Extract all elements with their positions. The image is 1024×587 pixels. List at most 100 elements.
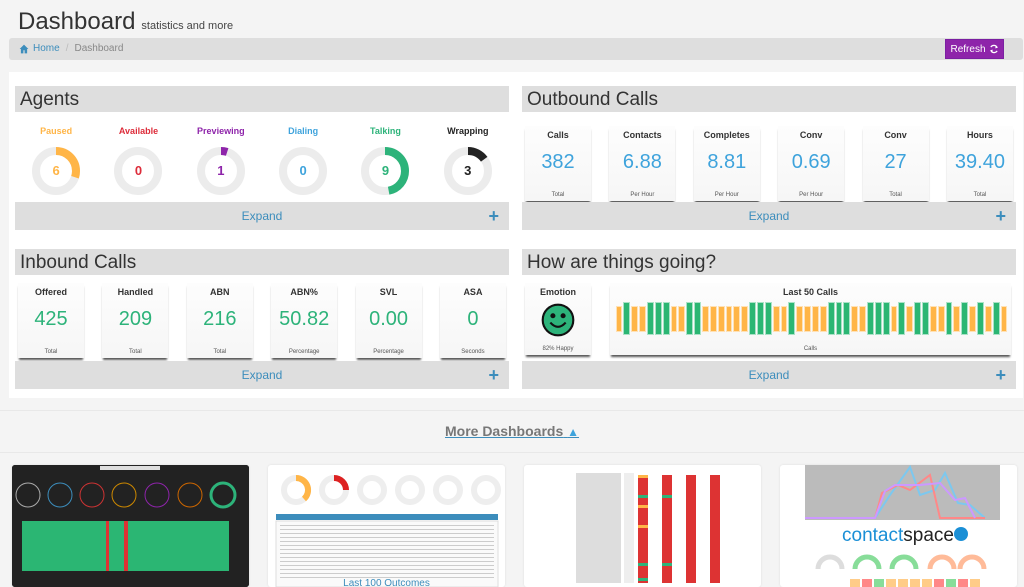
breadcrumb-separator: / [65, 43, 69, 54]
dashboard-thumbnails: Last 100 Outcomes contactspace [12, 465, 1017, 587]
inbound-box: Inbound Calls Offered 425 Total Handled 209 T… [15, 249, 509, 389]
agent-status-label: Talking [370, 126, 401, 136]
call-bar-happy [843, 302, 851, 335]
agents-box: Agents Paused 6 Available 0 Previewing 1 Diali… [15, 86, 509, 230]
inbound-expand-button[interactable]: Expand + [15, 361, 509, 389]
expand-label: Expand [748, 368, 790, 382]
stat-label: Handled [117, 287, 154, 297]
stat-tile: Handled 209 Total [102, 283, 169, 358]
call-bar-neutral [796, 305, 804, 332]
call-bar-neutral [780, 305, 788, 332]
refresh-label: Refresh [950, 43, 986, 55]
call-bar-neutral [725, 305, 733, 332]
more-dashboards-link[interactable]: More Dashboards ▲ [445, 423, 579, 439]
call-bar-neutral [929, 305, 937, 332]
call-bar-happy [646, 302, 654, 335]
call-bar-happy [914, 302, 922, 335]
inbound-title: Inbound Calls [15, 249, 509, 275]
call-bar-happy [662, 302, 670, 335]
sentiment-box: How are things going? Emotion 82% Happy … [522, 249, 1016, 389]
sentiment-expand-button[interactable]: Expand + [522, 361, 1016, 389]
call-bar-neutral [639, 305, 646, 332]
agent-status-count: 0 [134, 163, 143, 178]
call-bar-neutral [859, 305, 866, 332]
stat-label: ABN [210, 287, 230, 297]
agent-status-dialing: Dialing 0 [262, 126, 344, 198]
agent-status-wrapping: Wrapping 3 [427, 126, 509, 198]
page-title: Dashboard [18, 8, 136, 35]
thumbnail-outcomes[interactable]: Last 100 Outcomes [268, 465, 505, 587]
agent-status-count: 3 [464, 163, 472, 178]
thumbnail-dark-wallboard[interactable] [12, 465, 249, 587]
stat-label: ABN% [290, 287, 318, 297]
agent-status-donut: 0 [276, 144, 330, 198]
stat-tile: Hours 39.40 Total [946, 126, 1013, 201]
agents-expand-button[interactable]: Expand + [15, 202, 509, 230]
call-bar-happy [623, 302, 631, 335]
agent-status-count: 9 [381, 163, 390, 178]
call-bar-neutral [851, 305, 859, 332]
stat-sub: Total [213, 349, 227, 355]
call-bar-happy [694, 302, 701, 335]
stat-tile: Conv 0.69 Per Hour [778, 126, 845, 201]
call-bar-happy [686, 302, 694, 335]
call-bar-neutral [890, 305, 898, 332]
contactspace-logo: contactspace [842, 525, 954, 546]
call-bar-happy [827, 302, 835, 335]
agent-status-donut: 6 [29, 144, 83, 198]
page-header: Dashboard statistics and more [18, 8, 233, 36]
outbound-box: Outbound Calls Calls 382 Total Contacts 6.88… [522, 86, 1016, 230]
agent-status-talking: Talking 9 [344, 126, 426, 198]
agent-status-paused: Paused 6 [15, 126, 97, 198]
stat-label: ASA [463, 287, 483, 297]
more-dashboards-label: More Dashboards [444, 423, 564, 439]
stat-value: 216 [203, 308, 237, 330]
call-bar-happy [835, 302, 843, 335]
plus-icon: + [488, 365, 499, 385]
refresh-icon [989, 44, 998, 54]
smiley-face-icon [541, 303, 575, 337]
breadcrumb-home-link[interactable]: Home [19, 43, 60, 54]
call-bar-happy [874, 302, 882, 335]
stat-tile: Completes 8.81 Per Hour [693, 126, 760, 201]
stat-tile: SVL 0.00 Percentage [355, 283, 422, 358]
expand-label: Expand [241, 209, 283, 223]
emotion-sub: 82% Happy [542, 346, 574, 352]
stat-label: Conv [799, 130, 823, 140]
thumbnail-contactspace-overview[interactable]: contactspace [780, 465, 1017, 587]
call-bar-neutral [804, 305, 811, 332]
stat-value: 39.40 [954, 151, 1005, 173]
sentiment-title: How are things going? [522, 249, 1016, 275]
agent-status-count: 0 [299, 163, 307, 178]
stat-value: 27 [884, 151, 907, 173]
thumbnail-campaign-table[interactable] [524, 465, 761, 587]
stat-label: SVL [379, 287, 398, 297]
stat-value: 425 [34, 308, 68, 330]
stat-value: 50.82 [279, 308, 330, 330]
stat-value: 6.88 [622, 151, 662, 173]
plus-icon: + [995, 206, 1006, 226]
call-bar-happy [961, 302, 969, 335]
call-bar-happy [977, 302, 984, 335]
stat-label: Contacts [623, 130, 662, 140]
agent-status-donut: 0 [111, 144, 165, 198]
call-bar-neutral [615, 305, 623, 332]
stat-value: 0.69 [791, 151, 831, 173]
stat-value: 382 [541, 151, 575, 173]
refresh-button[interactable]: Refresh [945, 39, 1004, 59]
outbound-expand-button[interactable]: Expand + [522, 202, 1016, 230]
stat-sub: Total [129, 349, 142, 355]
stat-value: 209 [118, 308, 153, 330]
stat-sub: Per Hour [799, 192, 824, 198]
divider [0, 452, 1024, 453]
campaign-table-preview [576, 473, 720, 583]
agents-donut-row: Paused 6 Available 0 Previewing 1 Dialing 0 Talk… [15, 126, 509, 198]
call-bar-happy [756, 302, 764, 335]
thumbnail-caption: Last 100 Outcomes [343, 578, 430, 587]
agent-status-available: Available 0 [97, 126, 179, 198]
agent-status-label: Previewing [197, 126, 245, 136]
call-bar-neutral [1000, 305, 1008, 332]
call-bar-neutral [819, 305, 827, 332]
last-calls-sub: Calls [803, 346, 818, 352]
stat-sub: Seconds [461, 349, 485, 355]
